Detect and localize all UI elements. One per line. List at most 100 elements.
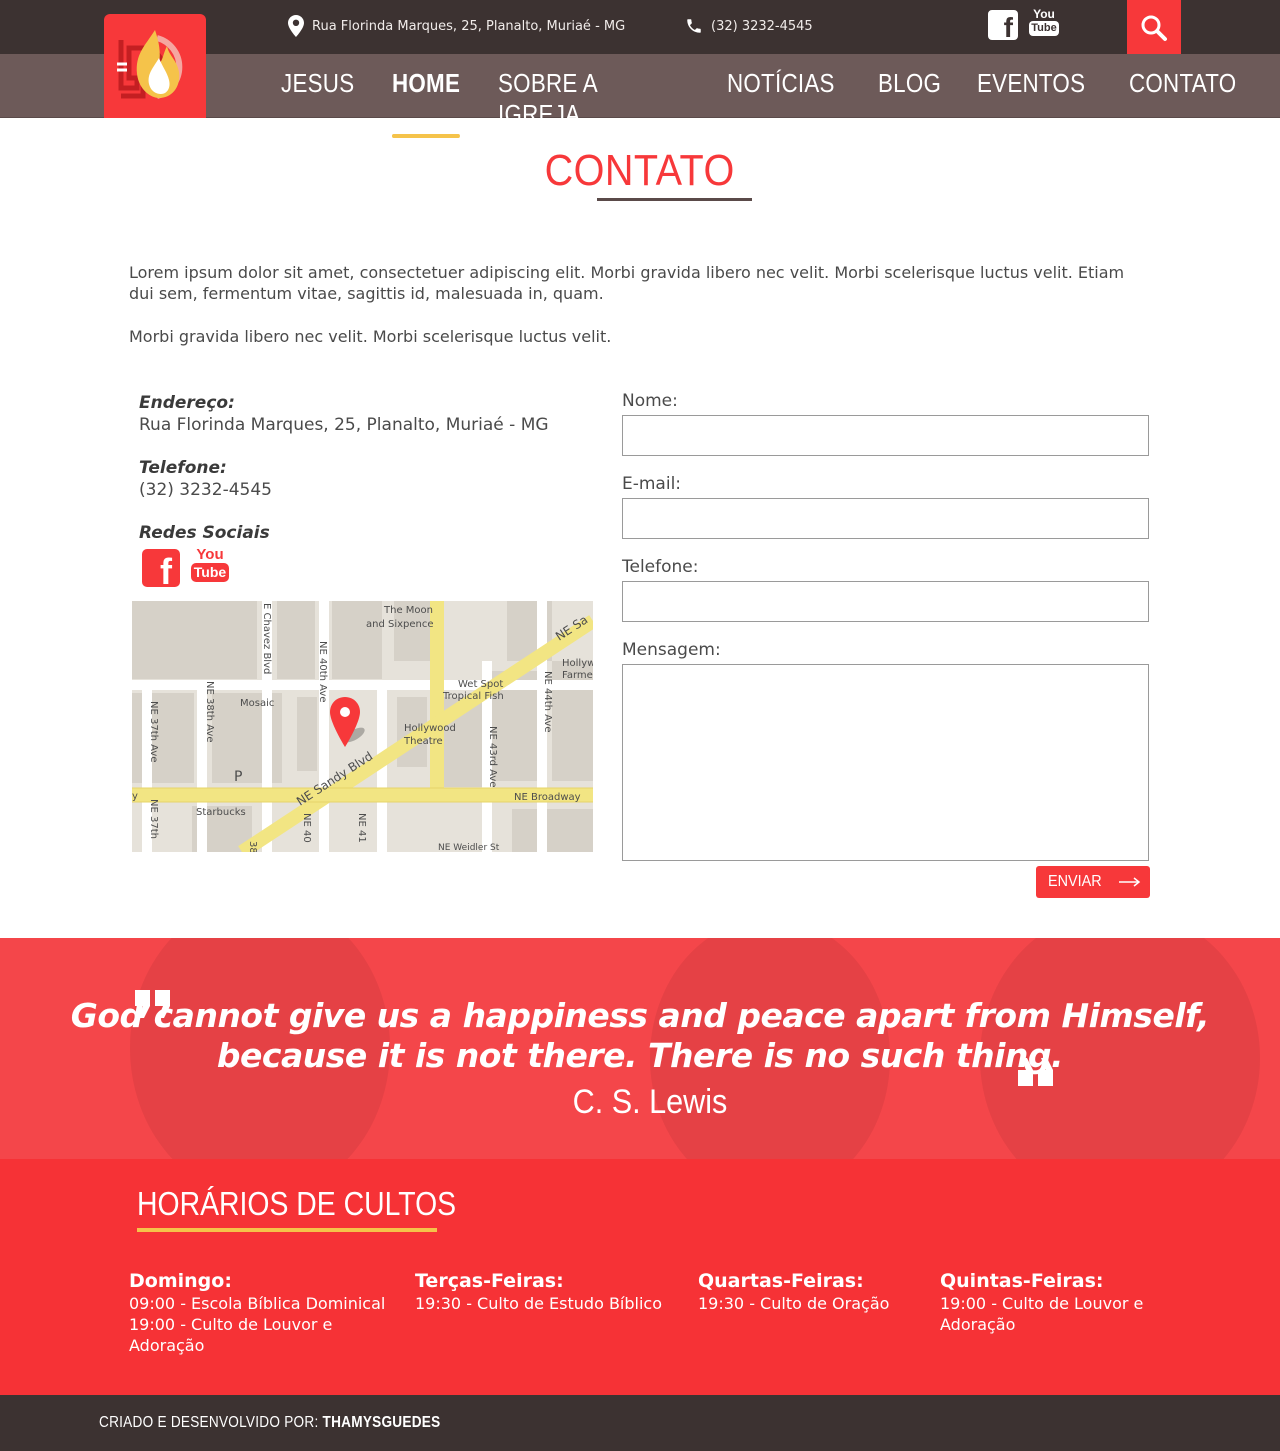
page-title-wrap: CONTATO [0,146,1280,196]
map-label: NE 40th Ave [317,641,328,702]
location-pin-icon [288,15,304,37]
social-links: f You Tube [142,546,579,587]
flame-logo-icon [117,30,183,99]
name-label: Nome: [622,391,678,411]
day-item: 19:30 - Culto de Oração [698,1294,890,1313]
search-button[interactable] [1127,0,1181,62]
schedule-underline [137,1228,437,1232]
youtube-icon[interactable]: You Tube [190,546,230,586]
email-field[interactable] [622,498,1149,539]
map-label: NE 37th [148,799,159,839]
map-label: The Moon [383,605,433,616]
map-label: Tropical Fish [442,691,504,702]
day-name: Quartas-Feiras: [698,1270,864,1292]
nav-item-blog[interactable]: BLOG [878,68,941,130]
name-field[interactable] [622,415,1149,456]
quote-line-2: because it is not there. There is no suc… [216,1036,1064,1075]
schedule-day: Quintas-Feiras: 19:00 - Culto de Louvor … [940,1269,1155,1335]
schedule-title: HORÁRIOS DE CULTOS [137,1185,457,1222]
day-name: Domingo: [129,1270,232,1292]
youtube-icon[interactable]: You Tube [1029,8,1059,42]
phone-label: Telefone: [139,458,227,478]
top-phone: (32) 3232-4545 [685,16,813,36]
day-item: 19:00 - Culto de Louvor e Adoração [129,1315,333,1355]
social-label: Redes Sociais [139,523,270,543]
quote-banner: God cannot give us a happiness and peace… [0,938,1280,1159]
map-label: NE 37th Ave [148,701,159,762]
schedule-day: Domingo: 09:00 - Escola Bíblica Dominica… [129,1269,399,1356]
nav-item-contato[interactable]: CONTATO [1129,68,1236,130]
phone-label: Telefone: [622,557,699,577]
facebook-icon[interactable]: f [142,549,180,587]
intro-paragraph-2: Morbi gravida libero nec velit. Morbi sc… [129,327,612,346]
map-label: E Chavez Blvd [261,603,272,674]
phone-field[interactable] [622,581,1149,622]
map-label: Starbucks [196,807,246,818]
message-field[interactable] [622,664,1149,861]
footer-credit-text: CRIADO E DESENVOLVIDO POR: [99,1414,323,1431]
site-footer: CRIADO E DESENVOLVIDO POR: THAMYSGUEDES [0,1395,1280,1451]
address-value: Rua Florinda Marques, 25, Planalto, Muri… [139,415,549,435]
page-title: CONTATO [544,146,736,195]
email-label: E-mail: [622,474,682,494]
map-label: and Sixpence [366,619,434,630]
map-label: Theatre [403,736,443,747]
footer-author-link[interactable]: THAMYSGUEDES [323,1414,441,1431]
map-label: Wet Spot [458,679,503,690]
map-label: NE 41 [356,813,367,843]
location-map[interactable]: The Moon and Sixpence Wet Spot Tropical … [132,601,593,852]
message-label: Mensagem: [622,640,721,660]
map-label: Hollywood [404,723,456,734]
day-item: 09:00 - Escola Bíblica Dominical [129,1294,386,1313]
submit-label: ENVIAR [1048,873,1102,890]
map-label: NE 43rd Ave [487,726,498,788]
schedule-section: HORÁRIOS DE CULTOS Domingo: 09:00 - Esco… [0,1159,1280,1395]
top-social-links: f You Tube [988,8,1059,42]
nav-item-noticias[interactable]: NOTÍCIAS [727,68,835,130]
map-label: Hollyw [562,658,593,669]
submit-button[interactable]: ENVIAR [1036,866,1150,898]
map-label: NE 38th Ave [204,681,215,742]
phone-icon [687,19,701,33]
map-label: y [132,791,138,802]
facebook-icon[interactable]: f [988,10,1018,40]
map-graphic: The Moon and Sixpence Wet Spot Tropical … [132,601,593,852]
day-name: Terças-Feiras: [415,1270,564,1292]
top-address: Rua Florinda Marques, 25, Planalto, Muri… [288,15,626,37]
contact-form: Nome: E-mail: Telefone: Mensagem: [622,390,1150,861]
contact-info: Endereço: Rua Florinda Marques, 25, Plan… [139,392,579,587]
title-underline [597,198,752,201]
nav-menu: JESUS HOME SOBRE A IGREJA NOTÍCIAS BLOG … [281,68,1280,138]
nav-item-sobre[interactable]: SOBRE A IGREJA [498,68,673,130]
intro-paragraph-1: Lorem ipsum dolor sit amet, consectetuer… [129,263,1125,303]
map-label: NE 40 [301,813,312,843]
quote-author: C. S. Lewis [572,1083,728,1121]
nav-item-eventos[interactable]: EVENTOS [977,68,1085,130]
address-label: Endereço: [139,393,235,413]
footer-credit: CRIADO E DESENVOLVIDO POR: THAMYSGUEDES [99,1414,440,1432]
day-item: 19:00 - Culto de Louvor e Adoração [940,1294,1144,1334]
map-label: NE 44th Ave [542,671,553,732]
quote-text: God cannot give us a happiness and peace… [0,996,1280,1076]
search-icon [1141,15,1167,41]
schedule-day: Quartas-Feiras: 19:30 - Culto de Oração [698,1269,928,1314]
schedule-day: Terças-Feiras: 19:30 - Culto de Estudo B… [415,1269,685,1314]
site-logo[interactable] [104,14,206,118]
arrow-right-icon [1118,877,1140,887]
map-label: Farme [562,670,593,681]
day-item: 19:30 - Culto de Estudo Bíblico [415,1294,662,1313]
map-label: NE Broadway [514,792,581,803]
quote-line-1: God cannot give us a happiness and peace… [70,996,1210,1035]
map-label: 38 [247,841,258,852]
map-label: NE Weidler St [438,843,500,852]
day-name: Quintas-Feiras: [940,1270,1104,1292]
close-quote-icon [1018,1058,1053,1086]
phone-value: (32) 3232-4545 [139,480,272,500]
nav-item-home[interactable]: HOME [392,68,461,138]
nav-item-jesus[interactable]: JESUS [281,68,354,130]
top-address-text: Rua Florinda Marques, 25, Planalto, Muri… [312,18,626,34]
map-label: Mosaic [240,698,274,709]
intro-text: Lorem ipsum dolor sit amet, consectetuer… [129,262,1153,369]
map-label: P [234,769,242,785]
top-phone-text: (32) 3232-4545 [711,18,813,34]
